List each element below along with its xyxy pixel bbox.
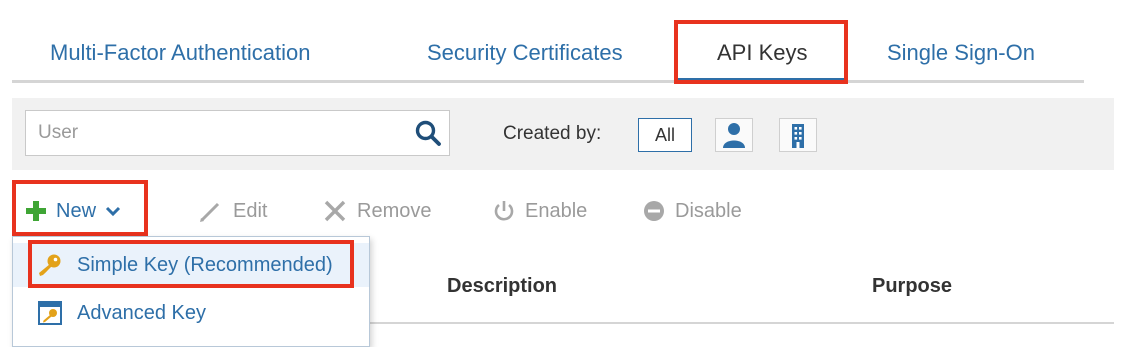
highlight-box-new [12, 180, 148, 236]
building-icon [792, 124, 804, 148]
column-header-description[interactable]: Description [447, 275, 557, 298]
advanced-key-icon [38, 301, 62, 325]
power-icon [494, 201, 514, 221]
remove-button[interactable]: Remove [322, 197, 431, 225]
column-header-purpose[interactable]: Purpose [872, 275, 952, 298]
edit-button[interactable]: Edit [198, 197, 267, 225]
disable-button-label: Disable [675, 199, 742, 222]
tab-multi-factor-authentication[interactable]: Multi-Factor Authentication [50, 40, 310, 66]
user-icon [723, 123, 745, 148]
tab-single-sign-on[interactable]: Single Sign-On [887, 40, 1035, 66]
search-icon[interactable] [414, 119, 442, 147]
remove-button-label: Remove [357, 199, 432, 222]
close-icon [324, 200, 346, 222]
highlight-box-simple-key [28, 240, 354, 288]
disable-button[interactable]: Disable [642, 197, 742, 225]
highlight-box-api-keys [674, 20, 848, 84]
enable-button[interactable]: Enable [492, 197, 587, 225]
created-by-label: Created by: [503, 123, 602, 144]
enable-button-label: Enable [525, 199, 588, 222]
tab-security-certificates[interactable]: Security Certificates [427, 40, 623, 66]
edit-button-label: Edit [233, 199, 268, 222]
created-by-user-button[interactable] [715, 118, 753, 152]
user-search-input[interactable] [38, 111, 398, 155]
tabs-divider [12, 80, 1084, 83]
created-by-organization-button[interactable] [779, 118, 817, 152]
created-by-all-button[interactable]: All [638, 118, 692, 152]
menu-item-advanced-key[interactable]: Advanced Key [13, 291, 369, 335]
menu-item-advanced-key-label: Advanced Key [77, 301, 206, 324]
pencil-icon [200, 202, 220, 222]
search-box [25, 110, 450, 156]
minus-circle-icon [644, 201, 664, 221]
